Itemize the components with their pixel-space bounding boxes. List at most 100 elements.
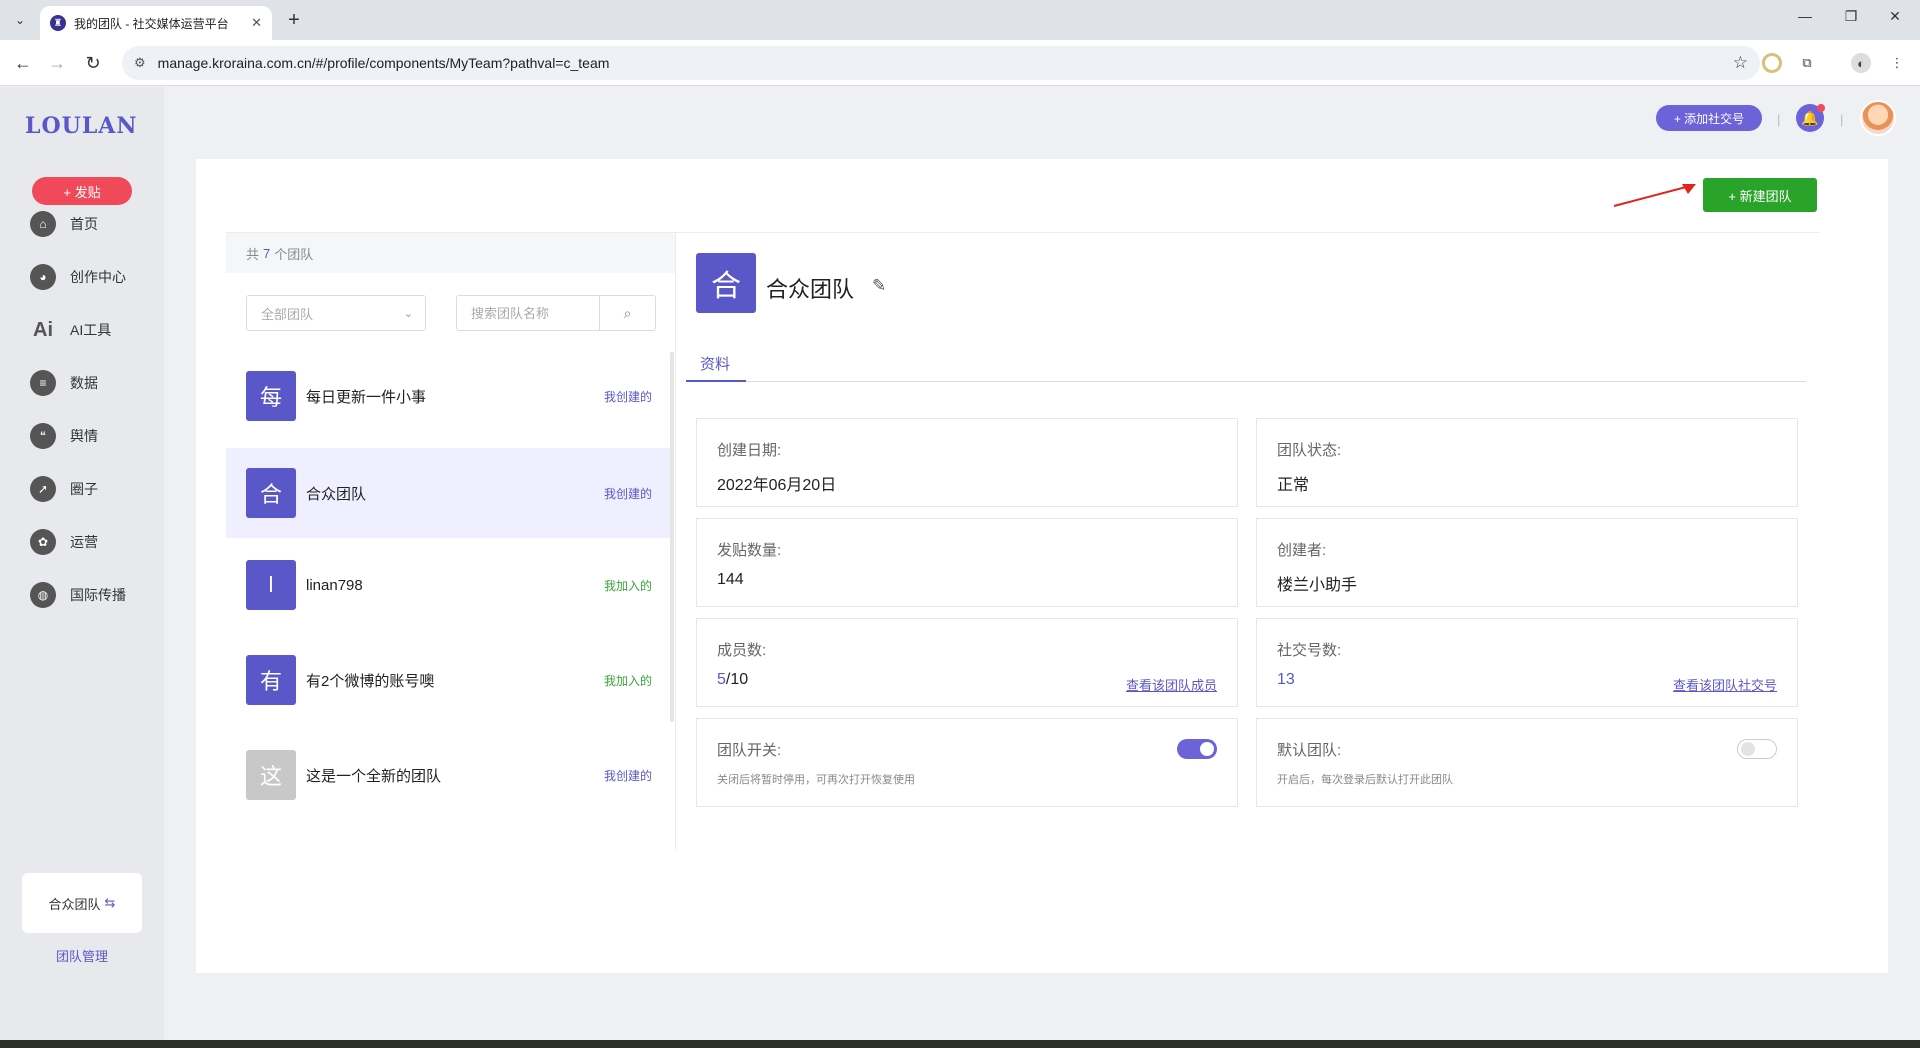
- minimize-icon[interactable]: —: [1790, 8, 1820, 24]
- creator-card: 创建者: 楼兰小助手: [1256, 518, 1798, 607]
- os-taskbar: [0, 1040, 1920, 1048]
- header-separator: |: [1777, 112, 1781, 127]
- team-list-item[interactable]: 有 有2个微博的账号噢 我加入的: [226, 635, 672, 725]
- toggle-knob: [1741, 742, 1755, 756]
- nav-label: AI工具: [70, 322, 112, 338]
- extension-circle-icon[interactable]: [1762, 53, 1782, 73]
- team-list-item-active[interactable]: 合 合众团队 我创建的: [226, 448, 672, 538]
- notification-dot: [1817, 104, 1825, 112]
- social-count-number: 13: [1277, 671, 1295, 688]
- add-social-account-button[interactable]: + 添加社交号: [1656, 105, 1762, 131]
- team-list-item[interactable]: 这 这是一个全新的团队 我创建的: [226, 730, 672, 820]
- tab-close-icon[interactable]: ✕: [251, 15, 262, 31]
- list-scrollbar[interactable]: [670, 352, 674, 722]
- current-team-switcher[interactable]: 合众团队 ⇆: [22, 873, 142, 933]
- team-tag: 我创建的: [603, 768, 652, 783]
- tab-active-underline: [686, 380, 746, 382]
- team-list-item[interactable]: l linan798 我加入的: [226, 540, 672, 630]
- back-arrow-icon[interactable]: ←: [10, 50, 36, 76]
- team-tag: 我加入的: [603, 673, 652, 688]
- nav-item-creation[interactable]: ◕ 创作中心: [30, 262, 160, 292]
- browser-menu-icon[interactable]: ⋮: [1887, 53, 1907, 73]
- team-manage-link[interactable]: 团队管理: [0, 946, 164, 965]
- home-icon: ⌂: [30, 211, 56, 237]
- team-switch-card: 团队开关: 关闭后将暂时停用，可再次打开恢复使用: [696, 718, 1238, 807]
- tab-search-chevron-icon[interactable]: ⌄: [8, 8, 32, 32]
- social-count-label: 社交号数:: [1277, 642, 1342, 659]
- nav-label: 首页: [70, 216, 98, 232]
- team-switch-label: 团队开关:: [717, 742, 782, 759]
- new-tab-plus-icon[interactable]: +: [282, 8, 306, 32]
- new-team-button[interactable]: + 新建团队: [1703, 178, 1817, 212]
- default-team-toggle[interactable]: [1737, 739, 1777, 759]
- post-count-card: 发贴数量: 144: [696, 518, 1238, 607]
- annotation-arrow-icon: [1613, 184, 1696, 207]
- browser-tab-bar: ⌄ ♜ 我的团队 - 社交媒体运营平台 ✕ + — ❐ ✕: [0, 0, 1920, 40]
- social-count-value: 13: [1277, 671, 1295, 689]
- chevron-down-icon: ⌄: [403, 307, 413, 320]
- loulan-logo[interactable]: LOULAN: [25, 113, 137, 139]
- user-avatar[interactable]: [1860, 100, 1896, 136]
- nav-item-operations[interactable]: ✿ 运营: [30, 527, 160, 557]
- nav-item-sentiment[interactable]: “ 舆情: [30, 421, 160, 451]
- team-tag: 我加入的: [603, 578, 652, 593]
- url-field[interactable]: ⚙ manage.kroraina.com.cn/#/profile/compo…: [122, 46, 1760, 80]
- nav-item-international[interactable]: ◍ 国际传播: [30, 580, 160, 610]
- swap-icon: ⇆: [104, 895, 116, 910]
- team-status-card: 团队状态: 正常: [1256, 418, 1798, 507]
- member-count-value: 5/10: [717, 671, 748, 689]
- team-status-value: 正常: [1277, 477, 1310, 494]
- quote-icon: “: [30, 423, 56, 449]
- reload-icon[interactable]: ↻: [80, 50, 106, 76]
- extensions-puzzle-icon[interactable]: ⧉: [1797, 53, 1817, 73]
- nav-item-circles[interactable]: ➚ 圈子: [30, 474, 160, 504]
- current-team-name: 合众团队: [48, 896, 101, 912]
- window-close-icon[interactable]: ✕: [1880, 8, 1910, 25]
- team-search-input[interactable]: [457, 296, 601, 330]
- team-filter-select[interactable]: 全部团队 ⌄: [246, 295, 426, 331]
- post-count-label: 发贴数量:: [717, 542, 782, 559]
- created-date-card: 创建日期: 2022年06月20日: [696, 418, 1238, 507]
- social-count-card: 社交号数: 13 查看该团队社交号: [1256, 618, 1798, 707]
- nav-item-home[interactable]: ⌂ 首页: [30, 209, 160, 239]
- default-team-card: 默认团队: 开启后，每次登录后默认打开此团队: [1256, 718, 1798, 807]
- team-name: 合众团队: [306, 485, 367, 503]
- search-icon[interactable]: ⌕: [599, 296, 655, 330]
- post-count-value: 144: [717, 571, 744, 588]
- url-text: manage.kroraina.com.cn/#/profile/compone…: [157, 55, 610, 71]
- operations-icon: ✿: [30, 529, 56, 555]
- count-prefix: 共: [246, 246, 260, 262]
- nav-label: 舆情: [70, 428, 98, 444]
- team-list-column: 共 7 个团队 全部团队 ⌄ ⌕ 每 每日更新一件小事 我创建的 合 合众团队 …: [226, 233, 676, 851]
- nav-item-data[interactable]: ≡ 数据: [30, 368, 160, 398]
- post-button[interactable]: + 发贴: [32, 177, 132, 205]
- view-social-accounts-link[interactable]: 查看该团队社交号: [1673, 675, 1777, 694]
- team-name: 有2个微博的账号噢: [306, 672, 435, 690]
- team-tag: 我创建的: [603, 389, 652, 404]
- forward-arrow-icon[interactable]: →: [44, 50, 70, 76]
- browser-tab[interactable]: ♜ 我的团队 - 社交媒体运营平台 ✕: [40, 6, 272, 40]
- restore-icon[interactable]: ❐: [1836, 8, 1866, 25]
- default-team-note: 开启后，每次登录后默认打开此团队: [1277, 774, 1453, 786]
- team-count-header: 共 7 个团队: [226, 233, 675, 273]
- view-members-link[interactable]: 查看该团队成员: [1126, 675, 1217, 694]
- team-list-item[interactable]: 每 每日更新一件小事 我创建的: [226, 351, 672, 441]
- tab-title: 我的团队 - 社交媒体运营平台: [74, 16, 229, 31]
- profile-icon[interactable]: ◐: [1851, 53, 1871, 73]
- tab-profile-info[interactable]: 资料: [700, 353, 730, 374]
- nav-item-ai-tools[interactable]: Ai AI工具: [30, 315, 160, 345]
- member-current: 5: [717, 671, 726, 688]
- site-info-icon[interactable]: ⚙: [134, 55, 146, 71]
- address-bar-row: ← → ↻ ⚙ manage.kroraina.com.cn/#/profile…: [0, 40, 1920, 86]
- site-favicon-icon: ♜: [50, 15, 66, 31]
- team-switch-toggle[interactable]: [1177, 739, 1217, 759]
- creator-value: 楼兰小助手: [1277, 577, 1358, 594]
- header-separator: |: [1840, 112, 1844, 127]
- detail-team-avatar: 合: [696, 253, 756, 313]
- member-count-label: 成员数:: [717, 642, 767, 659]
- bookmark-star-icon[interactable]: ☆: [1733, 53, 1748, 73]
- default-team-label: 默认团队:: [1277, 742, 1342, 759]
- team-status-label: 团队状态:: [1277, 442, 1342, 459]
- edit-pencil-icon[interactable]: ✎: [872, 276, 886, 296]
- nav-label: 国际传播: [70, 587, 126, 603]
